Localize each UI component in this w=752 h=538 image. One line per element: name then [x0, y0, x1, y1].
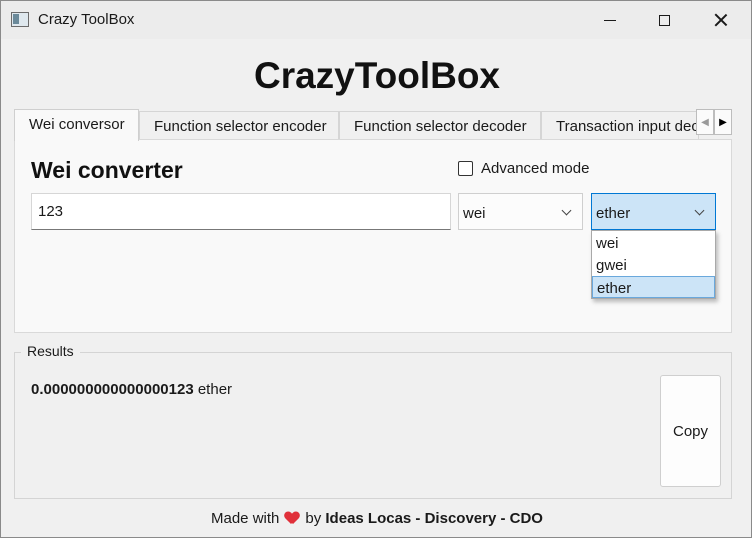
- app-window: Crazy ToolBox CrazyToolBox Wei conversor…: [0, 0, 752, 538]
- chevron-right-icon: ▶: [719, 116, 727, 128]
- chevron-left-icon: ◀: [701, 116, 709, 128]
- footer: Made with by Ideas Locas - Discovery - CD…: [1, 510, 752, 527]
- to-unit-dropdown: wei gwei ether: [591, 230, 716, 299]
- tab-transaction-input-decoder[interactable]: Transaction input decoder: [541, 111, 699, 140]
- title-bar[interactable]: Crazy ToolBox: [1, 1, 751, 39]
- close-button[interactable]: [698, 1, 744, 39]
- heart-icon: [285, 512, 299, 524]
- result-value: 0.000000000000000123: [31, 381, 194, 398]
- result-unit: ether: [197, 381, 233, 398]
- footer-credit: Ideas Locas - Discovery - CDO: [325, 510, 543, 527]
- from-unit-value: wei: [463, 205, 486, 222]
- dropdown-option-wei[interactable]: wei: [592, 232, 715, 254]
- results-group: [14, 352, 732, 499]
- minimize-button[interactable]: [587, 1, 633, 39]
- dropdown-option-gwei[interactable]: gwei: [592, 254, 715, 276]
- app-heading: CrazyToolBox: [253, 55, 500, 96]
- tab-scroll-left-button[interactable]: ◀: [696, 109, 714, 135]
- amount-input[interactable]: 123: [31, 193, 451, 230]
- from-unit-select[interactable]: wei: [458, 193, 583, 230]
- result-line: 0.000000000000000123 ether: [31, 381, 232, 398]
- results-label: Results: [21, 343, 80, 359]
- tab-bar: Wei conversor Function selector encoder …: [14, 109, 732, 141]
- advanced-mode-checkbox[interactable]: [458, 161, 473, 176]
- advanced-mode-label: Advanced mode: [481, 160, 590, 177]
- close-icon: [714, 13, 728, 27]
- window-title: Crazy ToolBox: [38, 11, 135, 28]
- app-icon: [11, 12, 29, 27]
- maximize-icon: [658, 14, 670, 26]
- section-title: Wei converter: [31, 157, 183, 183]
- footer-prefix: Made with: [211, 510, 280, 527]
- minimize-icon: [604, 19, 616, 21]
- maximize-button[interactable]: [641, 1, 687, 39]
- tab-function-selector-decoder[interactable]: Function selector decoder: [339, 111, 541, 140]
- footer-suffix: by: [305, 510, 322, 527]
- tab-scroll-right-button[interactable]: ▶: [714, 109, 732, 135]
- chevron-down-icon: [561, 205, 572, 216]
- tab-wei-conversor[interactable]: Wei conversor: [14, 109, 139, 141]
- tab-function-selector-encoder[interactable]: Function selector encoder: [139, 111, 339, 140]
- chevron-down-icon: [694, 205, 705, 216]
- to-unit-select[interactable]: ether: [591, 193, 716, 230]
- dropdown-option-ether[interactable]: ether: [592, 276, 715, 298]
- advanced-mode-toggle[interactable]: Advanced mode: [458, 160, 589, 177]
- to-unit-value: ether: [596, 205, 631, 222]
- copy-button[interactable]: Copy: [660, 375, 721, 487]
